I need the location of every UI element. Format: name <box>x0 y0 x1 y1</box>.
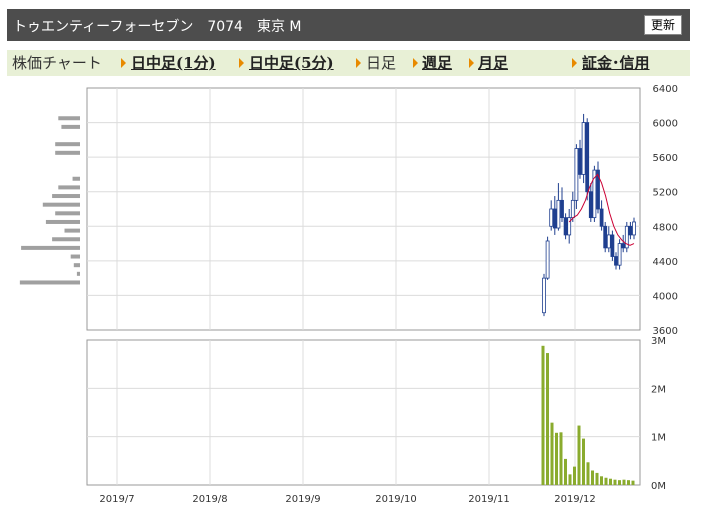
price-tick-label: 6400 <box>653 84 678 95</box>
volume-bar <box>586 462 590 485</box>
candle <box>570 199 575 219</box>
volume-profile-bar <box>73 263 80 268</box>
volume-bar <box>573 466 576 485</box>
volume-bar <box>622 479 626 485</box>
volume-profile-bar <box>42 202 80 207</box>
candle <box>621 243 626 249</box>
stock-chart: 64006000560052004800440040003600 3M2M1M0… <box>19 84 678 505</box>
volume-tick-label: 2M <box>651 384 666 395</box>
date-tick-label: 2019/11 <box>468 494 510 505</box>
volume-profile-bar <box>55 142 80 147</box>
date-tick-label: 2019/7 <box>99 494 134 505</box>
candle <box>560 199 564 219</box>
volume-bar <box>627 480 630 485</box>
price-tick-label: 4800 <box>653 222 678 233</box>
volume-bar <box>609 478 612 485</box>
volume-tick-label: 1M <box>651 433 666 444</box>
volume-profile-bar <box>52 237 80 242</box>
candle <box>545 240 550 279</box>
volume-bar <box>582 438 585 485</box>
price-panel: 64006000560052004800440040003600 <box>19 84 678 337</box>
candle <box>603 225 608 249</box>
date-axis: 2019/7 2019/8 2019/9 2019/10 2019/11 2019/12 <box>99 494 595 505</box>
volume-bar <box>568 474 572 485</box>
volume-profile-bar <box>19 280 80 285</box>
volume-profile-bar <box>55 211 80 216</box>
volume-bar <box>550 422 554 485</box>
volume-profile-bar <box>21 245 81 250</box>
candle <box>632 221 636 236</box>
candle <box>549 208 554 227</box>
volume-profile-bar <box>58 185 80 190</box>
volume-profile-bar <box>70 254 80 259</box>
price-tick-label: 4000 <box>653 291 678 302</box>
volume-profile-bar <box>45 219 80 224</box>
volume-profile-bar <box>61 124 80 129</box>
candle <box>610 234 615 257</box>
volume-bar <box>613 479 617 485</box>
volume-profile-bar <box>72 176 80 181</box>
candle <box>578 148 582 175</box>
volume-bar <box>564 458 567 485</box>
candle <box>574 148 579 201</box>
price-tick-label: 5200 <box>653 188 678 199</box>
volume-bar <box>559 432 563 485</box>
volume-bar <box>555 432 558 485</box>
volume-profile <box>19 116 81 285</box>
volume-profile-bar <box>52 194 80 199</box>
volume-bar <box>631 480 635 485</box>
candle <box>599 208 604 227</box>
volume-bar <box>604 477 608 485</box>
volume-bar <box>577 425 581 485</box>
date-tick-label: 2019/8 <box>192 494 227 505</box>
candle <box>563 217 568 236</box>
candle <box>588 191 593 219</box>
candle <box>552 208 557 229</box>
volume-profile-bar <box>58 116 80 121</box>
volume-profile-bar <box>64 228 80 233</box>
candle <box>556 199 561 229</box>
candle <box>606 234 611 249</box>
volume-bar <box>595 472 599 485</box>
price-tick-label: 4400 <box>653 257 678 268</box>
volume-axis: 3M 2M 1M 0M <box>651 336 666 492</box>
date-tick-label: 2019/12 <box>554 494 596 505</box>
candle <box>542 277 546 314</box>
price-tick-label: 5600 <box>653 153 678 164</box>
volume-bar <box>591 470 594 485</box>
candle <box>617 243 622 266</box>
volume-bar <box>546 353 549 485</box>
candle <box>585 122 590 193</box>
volume-tick-label: 3M <box>651 336 666 347</box>
volume-bar <box>541 345 545 485</box>
volume-bar <box>618 480 621 485</box>
volume-profile-bar <box>76 271 80 276</box>
candle <box>614 256 618 266</box>
date-tick-label: 2019/10 <box>375 494 417 505</box>
volume-panel: 3M 2M 1M 0M <box>86 336 666 492</box>
volume-profile-bar <box>55 150 80 155</box>
price-axis: 64006000560052004800440040003600 <box>653 84 678 337</box>
date-tick-label: 2019/9 <box>285 494 320 505</box>
volume-bar <box>600 476 603 485</box>
candle <box>581 122 586 175</box>
volume-tick-label: 0M <box>651 481 666 492</box>
candle <box>628 225 633 236</box>
price-tick-label: 6000 <box>653 119 678 130</box>
